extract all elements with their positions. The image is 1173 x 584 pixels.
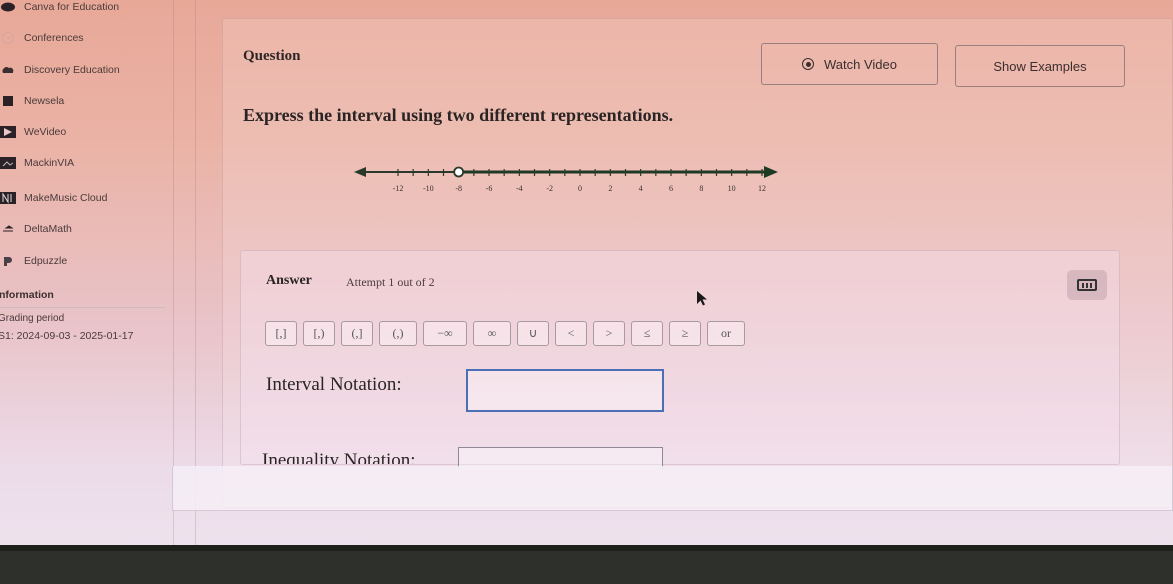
- sidebar-item-makemusic-cloud[interactable]: MakeMusic Cloud: [0, 188, 107, 208]
- sidebar-item-label: Discovery Education: [24, 64, 120, 76]
- watch-video-label: Watch Video: [824, 56, 897, 72]
- wevideo-icon: [0, 126, 16, 138]
- tick-label: -6: [486, 184, 493, 193]
- question-prompt: Express the interval using two different…: [243, 105, 674, 125]
- divider: [195, 0, 196, 545]
- left-arrow-icon: [354, 167, 366, 177]
- divider: [173, 0, 174, 545]
- symbol-button-greater-than[interactable]: >: [593, 321, 625, 346]
- symbol-button-closed-closed[interactable]: [,]: [265, 321, 297, 346]
- symbol-button-infinity[interactable]: ∞: [473, 321, 511, 346]
- open-endpoint-circle: [453, 166, 465, 178]
- sidebar-item-label: Newsela: [24, 95, 65, 107]
- symbol-button-negative-infinity[interactable]: −∞: [423, 321, 467, 346]
- symbol-toolbar: [,] [,) (,] (,) −∞ ∞ ∪ < > ≤ ≥ or: [265, 321, 745, 346]
- right-arrow-icon: [764, 166, 778, 178]
- newsela-icon: [0, 95, 16, 107]
- tick-label: -10: [423, 184, 434, 193]
- grading-period-label: Grading period: [0, 313, 65, 324]
- keyboard-icon: [1077, 279, 1097, 291]
- sidebar-item-conferences[interactable]: Conferences: [0, 28, 84, 48]
- tick-label: 6: [669, 184, 673, 193]
- question-title: Question: [243, 48, 301, 64]
- sidebar-item-label: Conferences: [24, 32, 84, 44]
- sidebar: Canva for Education Conferences Discover…: [0, 0, 168, 545]
- tick-label: -8: [455, 184, 462, 193]
- attempt-counter: Attempt 1 out of 2: [346, 275, 435, 289]
- makemusic-icon: [0, 192, 16, 204]
- sidebar-item-label: DeltaMath: [24, 223, 72, 235]
- answer-title: Answer: [266, 273, 312, 288]
- symbol-button-open-closed[interactable]: (,]: [341, 321, 373, 346]
- information-heading: nformation: [0, 289, 54, 301]
- canva-icon: [0, 1, 16, 13]
- keyboard-toggle-button[interactable]: [1067, 270, 1107, 300]
- symbol-button-less-equal[interactable]: ≤: [631, 321, 663, 346]
- symbol-button-less-than[interactable]: <: [555, 321, 587, 346]
- sidebar-item-canva[interactable]: Canva for Education: [0, 0, 119, 17]
- tick-label: 10: [728, 184, 736, 193]
- symbol-button-union[interactable]: ∪: [517, 321, 549, 346]
- sidebar-item-mackinvia[interactable]: MackinVIA: [0, 153, 74, 173]
- tick-label: 4: [639, 184, 643, 193]
- monitor-bezel-edge: [0, 545, 1173, 551]
- grading-period-value: S1: 2024-09-03 - 2025-01-17: [0, 330, 134, 342]
- interval-notation-input[interactable]: [466, 369, 664, 412]
- sidebar-item-label: MakeMusic Cloud: [24, 192, 108, 204]
- inequality-notation-label: Inequality Notation:: [262, 450, 416, 464]
- number-line: -12 -10 -8 -6 -4 -2 0 2 4 6 8 10 12: [354, 166, 778, 193]
- discovery-education-icon: [0, 64, 16, 76]
- symbol-button-open-open[interactable]: (,): [379, 321, 417, 346]
- play-circle-icon: [802, 58, 814, 70]
- deltamath-icon: [0, 223, 16, 235]
- mackinvia-icon: [0, 157, 16, 169]
- sidebar-item-label: Canva for Education: [24, 1, 120, 13]
- symbol-button-closed-open[interactable]: [,): [303, 321, 335, 346]
- symbol-button-greater-equal[interactable]: ≥: [669, 321, 701, 346]
- edpuzzle-icon: [0, 255, 16, 267]
- sidebar-item-wevideo[interactable]: WeVideo: [0, 122, 66, 142]
- tick-label: 12: [758, 184, 766, 193]
- sidebar-item-discovery-education[interactable]: Discovery Education: [0, 60, 120, 80]
- show-examples-label: Show Examples: [993, 58, 1087, 74]
- bottom-panel: [172, 466, 1173, 511]
- tick-label: 8: [699, 184, 703, 193]
- show-examples-button[interactable]: Show Examples: [955, 45, 1125, 87]
- sidebar-item-edpuzzle[interactable]: Edpuzzle: [0, 251, 67, 271]
- conferences-icon: [0, 31, 16, 45]
- tick-label: -4: [516, 184, 523, 193]
- divider: [0, 307, 165, 308]
- sidebar-item-label: WeVideo: [24, 126, 67, 138]
- interval-notation-label: Interval Notation:: [266, 374, 402, 395]
- tick-label: -12: [393, 184, 404, 193]
- watch-video-button[interactable]: Watch Video: [761, 43, 938, 85]
- sidebar-item-newsela[interactable]: Newsela: [0, 91, 64, 111]
- tick-label: 0: [578, 184, 582, 193]
- mouse-cursor-icon: [697, 291, 707, 306]
- sidebar-item-deltamath[interactable]: DeltaMath: [0, 219, 72, 239]
- tick-label: 2: [608, 184, 612, 193]
- tick-label: -2: [546, 184, 553, 193]
- symbol-button-or[interactable]: or: [707, 321, 745, 346]
- sidebar-item-label: MackinVIA: [24, 157, 75, 169]
- sidebar-item-label: Edpuzzle: [24, 255, 68, 267]
